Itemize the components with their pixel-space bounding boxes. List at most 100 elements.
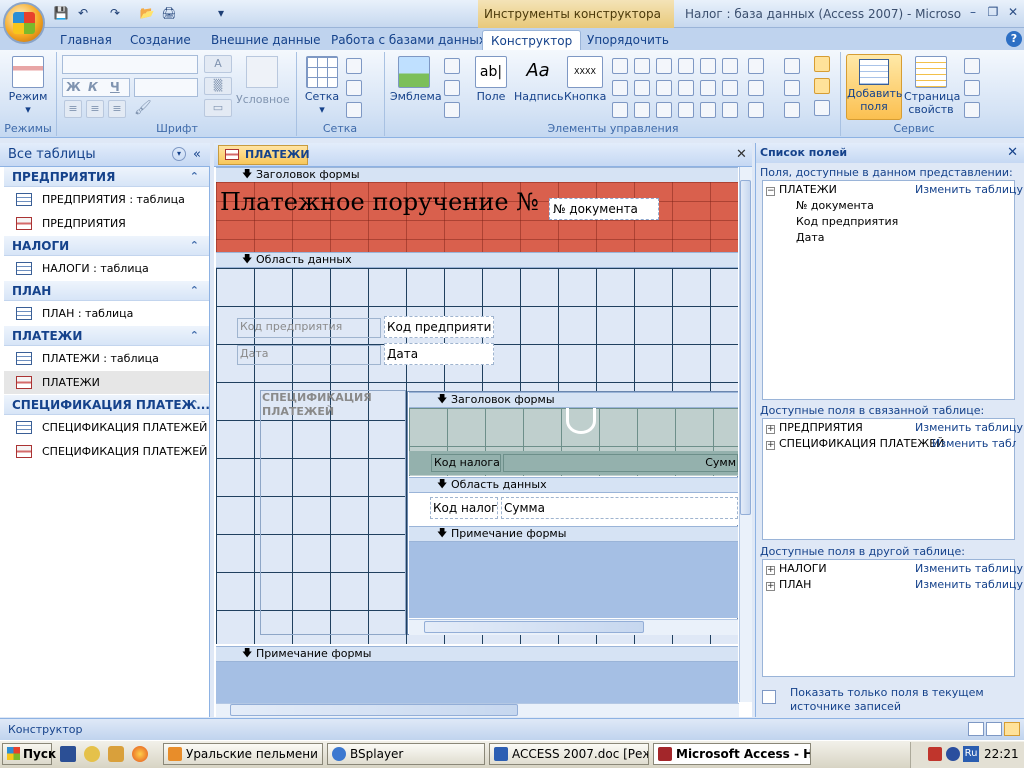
related-table-row[interactable]: + СПЕЦИФИКАЦИЯ ПЛАТЕЖЕЙ: [766, 437, 944, 450]
unbound-frame-icon[interactable]: [722, 58, 738, 74]
other-table-row[interactable]: + НАЛОГИ: [766, 562, 827, 575]
list-box-icon[interactable]: [612, 80, 628, 96]
show-only-current-link[interactable]: Показать только поля в текущем источнике…: [790, 686, 1020, 714]
subform-footer-bar[interactable]: 🡇 Примечание формы: [409, 526, 738, 542]
edit-table-link[interactable]: Изменить таблицу: [915, 562, 1023, 575]
nav-item-form[interactable]: СПЕЦИФИКАЦИЯ ПЛАТЕЖЕЙ ...: [4, 440, 209, 463]
control-properties-icon[interactable]: [784, 102, 800, 118]
insert-activex-icon[interactable]: [784, 80, 800, 96]
field-item[interactable]: № документа: [796, 199, 874, 212]
property-sheet-button[interactable]: Страница свойств: [904, 56, 960, 116]
align-right-icon[interactable]: ≡: [108, 100, 126, 118]
show-only-current-icon[interactable]: [762, 690, 776, 704]
tax-code-label[interactable]: Код налога: [431, 454, 501, 472]
option-group-icon[interactable]: [634, 102, 650, 118]
attachment-icon[interactable]: [722, 80, 738, 96]
attachment-clip-icon[interactable]: [722, 102, 738, 118]
control-wizards-icon[interactable]: [814, 78, 830, 94]
bound-frame-icon[interactable]: [678, 102, 694, 118]
undo-icon[interactable]: ↶: [74, 5, 92, 21]
date-label[interactable]: Дата: [237, 345, 381, 365]
tab-database-tools[interactable]: Работа с базами данных: [331, 30, 486, 50]
gridlines-button[interactable]: Сетка ▾: [302, 56, 342, 116]
edit-table-link[interactable]: Изменить таблицу: [915, 578, 1023, 591]
help-icon[interactable]: ?: [1006, 31, 1022, 47]
restore-button[interactable]: ❐: [983, 3, 1003, 21]
tray-icon[interactable]: [928, 747, 942, 761]
view-mode-button[interactable]: Режим ▾: [6, 56, 50, 116]
align-center-icon[interactable]: ≡: [86, 100, 104, 118]
document-vscroll-thumb[interactable]: [740, 180, 751, 515]
label-control-button[interactable]: Aa Надпись: [514, 56, 564, 103]
close-document-icon[interactable]: ✕: [736, 147, 747, 162]
tab-create[interactable]: Создание: [130, 30, 191, 50]
date-field[interactable]: Дата: [384, 343, 494, 365]
nav-group-header[interactable]: ПЛАТЕЖИ ⌃: [4, 326, 209, 346]
taskbar-button[interactable]: ACCESS 2007.doc [Режи...: [489, 743, 649, 765]
line-color-pen-icon[interactable]: [346, 102, 362, 118]
subform-detail-bar[interactable]: 🡇 Область данных: [409, 477, 738, 493]
nav-item-form[interactable]: ПЛАТЕЖИ: [4, 371, 209, 394]
navigation-pane-header[interactable]: Все таблицы ▾ «: [0, 143, 210, 167]
collapse-chevron-icon[interactable]: ⌃: [190, 236, 199, 255]
field-item[interactable]: Код предприятия: [796, 215, 898, 228]
quick-launch-icon[interactable]: [108, 746, 124, 762]
redo-icon[interactable]: ↷: [106, 5, 124, 21]
tax-code-field[interactable]: Код налог: [430, 497, 498, 519]
fill-color-icon[interactable]: ▒: [204, 77, 232, 95]
tab-home[interactable]: Главная: [60, 30, 112, 50]
form-view-status-icon[interactable]: [968, 722, 984, 736]
company-code-field[interactable]: Код предприяти: [384, 316, 494, 338]
nav-item-form[interactable]: ПРЕДПРИЯТИЯ: [4, 212, 209, 235]
edit-table-link[interactable]: Изменить таблицу: [915, 421, 1023, 434]
option-button-icon[interactable]: [656, 102, 672, 118]
rectangle-icon[interactable]: [634, 80, 650, 96]
format-painter-icon[interactable]: 🖌: [134, 100, 152, 116]
nav-item-table[interactable]: НАЛОГИ : таблица: [4, 257, 209, 280]
nav-group-header[interactable]: ПРЕДПРИЯТИЯ ⌃: [4, 167, 209, 187]
nav-item-table[interactable]: ПРЕДПРИЯТИЯ : таблица: [4, 188, 209, 211]
underline-button[interactable]: Ч: [110, 80, 120, 94]
taskbar-button[interactable]: BSplayer: [327, 743, 485, 765]
edit-table-link[interactable]: Изменить табли: [932, 437, 1016, 450]
language-indicator[interactable]: Ru: [963, 746, 979, 762]
taskbar-button[interactable]: Уральские пельмени (Т...: [163, 743, 323, 765]
subform-header-bar[interactable]: 🡇 Заголовок формы: [409, 392, 738, 408]
nav-item-table[interactable]: СПЕЦИФИКАЦИЯ ПЛАТЕЖЕЙ ...: [4, 416, 209, 439]
document-hscroll-thumb[interactable]: [230, 704, 518, 716]
chart-icon[interactable]: [700, 58, 716, 74]
set-control-defaults-icon[interactable]: [784, 58, 800, 74]
firefox-icon[interactable]: [132, 746, 148, 762]
checkbox-icon[interactable]: [656, 80, 672, 96]
font-name-combo[interactable]: [62, 55, 198, 74]
collapse-chevron-icon[interactable]: ⌃: [190, 167, 199, 186]
form-header-section-bar[interactable]: 🡇 Заголовок формы: [216, 167, 738, 183]
doc-number-field[interactable]: № документа: [549, 198, 659, 220]
close-window-button[interactable]: ✕: [1003, 3, 1023, 21]
nav-group-header[interactable]: СПЕЦИФИКАЦИЯ ПЛАТЕЖ... ⌃: [4, 395, 209, 415]
nav-menu-dropdown-icon[interactable]: ▾: [172, 147, 186, 161]
subform-label[interactable]: СПЕЦИФИКАЦИЯ ПЛАТЕЖЕЙ: [262, 391, 372, 419]
design-view-status-icon[interactable]: [1004, 722, 1020, 736]
form-title-label[interactable]: Платежное поручение №: [220, 188, 539, 216]
nav-item-table[interactable]: ПЛАТЕЖИ : таблица: [4, 347, 209, 370]
collapse-chevron-icon[interactable]: ⌃: [190, 281, 199, 300]
nav-item-table[interactable]: ПЛАН : таблица: [4, 302, 209, 325]
title-icon[interactable]: [444, 58, 460, 74]
tab-design[interactable]: Конструктор: [482, 30, 582, 50]
other-table-row[interactable]: + ПЛАН: [766, 578, 811, 591]
document-tab-platezhi[interactable]: ПЛАТЕЖИ: [218, 145, 310, 165]
office-button[interactable]: [3, 2, 45, 44]
line-type-icon[interactable]: [346, 80, 362, 96]
expand-icon[interactable]: +: [766, 582, 775, 591]
edit-table-link[interactable]: Изменить таблицу: [915, 183, 1023, 196]
bold-button[interactable]: Ж: [66, 80, 81, 94]
add-existing-fields-button[interactable]: Добавить поля: [846, 54, 902, 120]
line-width-icon[interactable]: [346, 58, 362, 74]
open-icon[interactable]: 📂: [138, 5, 156, 21]
collapse-icon[interactable]: −: [766, 187, 775, 196]
command-button-button[interactable]: XXXX Кнопка: [564, 56, 606, 103]
expand-icon[interactable]: +: [766, 425, 775, 434]
align-left-icon[interactable]: ≡: [64, 100, 82, 118]
sum-field[interactable]: Сумма: [501, 497, 738, 519]
